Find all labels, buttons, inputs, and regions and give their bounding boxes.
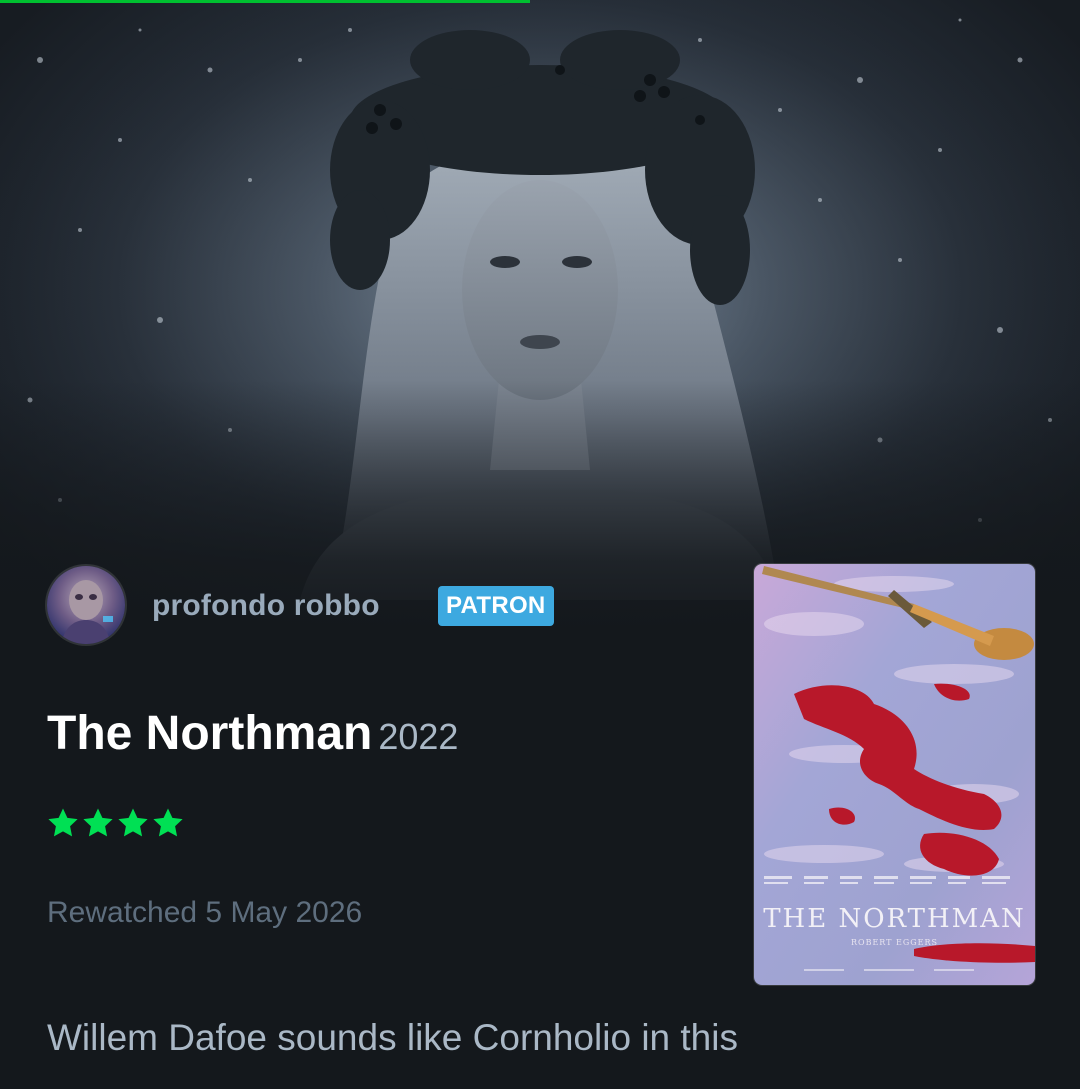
- watched-date: Rewatched 5 May 2026: [47, 896, 363, 929]
- review-body: Willem Dafoe sounds like Cornholio in th…: [47, 1017, 738, 1058]
- review-screen: profondo robbo PATRON The Northman 2022 R…: [0, 0, 1080, 1089]
- patron-badge: PATRON: [438, 586, 554, 626]
- poster-director: ROBERT EGGERS: [850, 938, 939, 947]
- poster-title: THE NORTHMAN: [763, 904, 1026, 934]
- film-backdrop-image: [0, 0, 1080, 640]
- star-rating: [46, 806, 185, 840]
- loading-progress-bar: [0, 0, 530, 3]
- star-icon: [48, 808, 78, 837]
- star-icon: [118, 808, 148, 837]
- film-year[interactable]: 2022: [378, 716, 458, 757]
- star-icon: [83, 808, 113, 837]
- film-title-line[interactable]: The Northman 2022: [47, 706, 458, 761]
- star-icon: [153, 808, 183, 837]
- film-title[interactable]: The Northman: [47, 707, 372, 760]
- film-poster[interactable]: THE NORTHMAN ROBERT EGGERS: [754, 564, 1035, 985]
- reviewer-username[interactable]: profondo robbo: [152, 589, 380, 623]
- reviewer-avatar[interactable]: [47, 566, 125, 644]
